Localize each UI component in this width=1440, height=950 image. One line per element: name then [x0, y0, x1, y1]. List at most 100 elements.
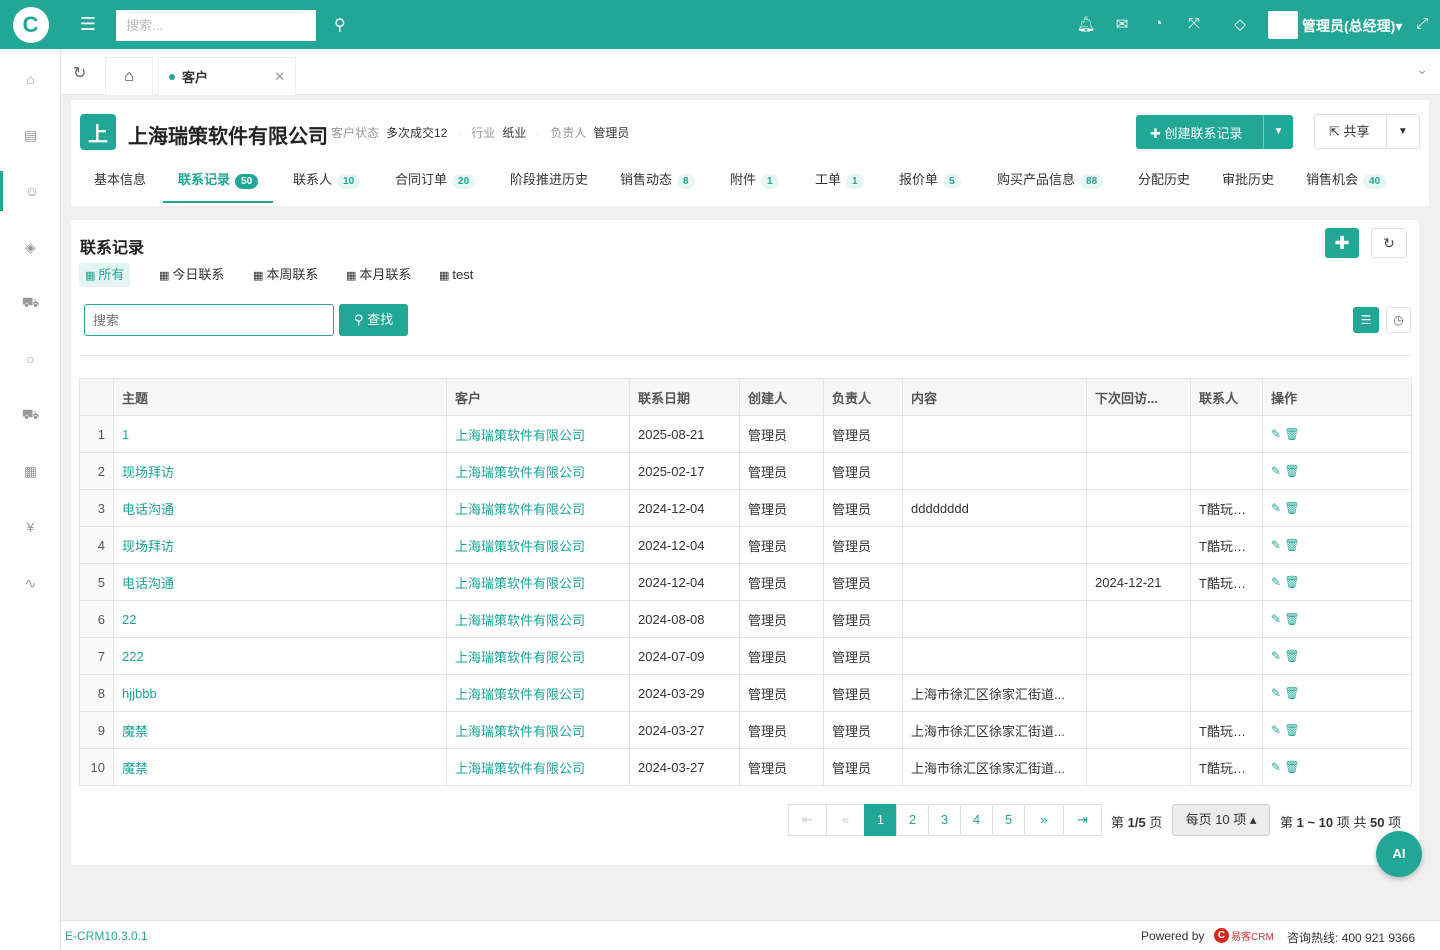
subtab-item[interactable]: 审批历史: [1222, 160, 1274, 203]
sidebar-cart2-icon[interactable]: ⛟: [0, 395, 61, 435]
edit-icon[interactable]: ✎: [1271, 723, 1284, 737]
sidebar-cart-icon[interactable]: ⛟: [0, 283, 61, 323]
add-record-button[interactable]: ✚: [1325, 228, 1359, 258]
sidebar-home-icon[interactable]: ⌂: [0, 59, 61, 99]
cell-customer[interactable]: 上海瑞策软件有限公司: [446, 674, 630, 712]
sidebar-customer-icon[interactable]: ☺: [0, 171, 61, 211]
subtab-item[interactable]: 分配历史: [1138, 160, 1190, 203]
column-header[interactable]: 下次回访...: [1086, 378, 1191, 416]
global-search-input[interactable]: [116, 10, 316, 41]
cell-subject[interactable]: 1: [113, 415, 447, 453]
cell-customer[interactable]: 上海瑞策软件有限公司: [446, 563, 630, 601]
cell-customer[interactable]: 上海瑞策软件有限公司: [446, 748, 630, 786]
refresh-icon[interactable]: ↻: [73, 63, 86, 83]
column-header[interactable]: 主题: [113, 378, 447, 416]
record-search-input[interactable]: [84, 304, 334, 336]
sidebar-layers-icon[interactable]: ◈: [0, 227, 61, 267]
edit-icon[interactable]: ✎: [1271, 427, 1284, 441]
edit-icon[interactable]: ✎: [1271, 464, 1284, 478]
delete-icon[interactable]: 🗑︎: [1284, 427, 1299, 441]
page-button[interactable]: 3: [928, 804, 961, 836]
delete-icon[interactable]: 🗑︎: [1284, 538, 1299, 552]
history-view-button[interactable]: ◷: [1386, 307, 1411, 333]
subtab-item[interactable]: 联系记录 50: [163, 160, 274, 203]
delete-icon[interactable]: 🗑︎: [1284, 723, 1299, 737]
create-dropdown-caret[interactable]: ▼: [1263, 115, 1293, 149]
cell-subject[interactable]: 魔禁: [113, 748, 447, 786]
prev-page-button[interactable]: «: [826, 804, 865, 836]
subtab-item[interactable]: 阶段推进历史: [510, 160, 588, 203]
view-filter[interactable]: ▦ test: [433, 263, 479, 287]
subtab-item[interactable]: 购买产品信息 88: [997, 160, 1104, 203]
chevron-down-icon[interactable]: ⌄: [1416, 61, 1428, 78]
sidebar-circle-icon[interactable]: ○: [0, 339, 61, 379]
sidebar-yen-icon[interactable]: ¥: [0, 507, 61, 547]
cell-subject[interactable]: 魔禁: [113, 711, 447, 749]
cell-subject[interactable]: 222: [113, 637, 447, 675]
edit-icon[interactable]: ✎: [1271, 538, 1284, 552]
user-avatar[interactable]: [1268, 11, 1298, 39]
list-view-button[interactable]: ☰: [1353, 307, 1379, 333]
search-icon[interactable]: ⚲: [334, 15, 346, 35]
subtab-item[interactable]: 工单 1: [815, 160, 864, 203]
view-filter[interactable]: ▦ 本周联系: [247, 263, 324, 287]
page-button[interactable]: 1: [864, 804, 897, 836]
page-button[interactable]: 4: [960, 804, 993, 836]
subtab-item[interactable]: 报价单 5: [899, 160, 961, 203]
menu-icon[interactable]: ☰: [78, 14, 98, 34]
close-icon[interactable]: ✕: [274, 69, 285, 85]
share-button[interactable]: ⇱ 共享 ▼: [1314, 114, 1420, 149]
view-filter[interactable]: ▦ 本月联系: [340, 263, 417, 287]
cell-customer[interactable]: 上海瑞策软件有限公司: [446, 711, 630, 749]
subtab-item[interactable]: 基本信息: [94, 160, 146, 203]
delete-icon[interactable]: 🗑︎: [1284, 575, 1299, 589]
find-button[interactable]: ⚲ 查找: [339, 304, 408, 336]
delete-icon[interactable]: 🗑︎: [1284, 612, 1299, 626]
cell-customer[interactable]: 上海瑞策软件有限公司: [446, 489, 630, 527]
cell-subject[interactable]: 电话沟通: [113, 563, 447, 601]
expand-icon[interactable]: ⤧: [1184, 15, 1204, 32]
refresh-list-button[interactable]: ↻: [1371, 228, 1407, 258]
cell-subject[interactable]: 现场拜访: [113, 452, 447, 490]
page-size-select[interactable]: 每页 10 项 ▴: [1172, 804, 1270, 836]
first-page-button[interactable]: ⇤: [788, 804, 827, 836]
bell-icon[interactable]: 🔔︎: [1076, 15, 1096, 33]
view-filter[interactable]: ▦ 今日联系: [153, 263, 230, 287]
sidebar-activity-icon[interactable]: ∿: [0, 563, 61, 603]
cell-customer[interactable]: 上海瑞策软件有限公司: [446, 637, 630, 675]
app-logo[interactable]: C: [0, 0, 61, 49]
delete-icon[interactable]: 🗑︎: [1284, 501, 1299, 515]
mail-icon[interactable]: ✉: [1112, 15, 1132, 33]
delete-icon[interactable]: 🗑︎: [1284, 464, 1299, 478]
column-header[interactable]: 创建人: [739, 378, 824, 416]
cell-customer[interactable]: 上海瑞策软件有限公司: [446, 526, 630, 564]
subtab-item[interactable]: 附件 1: [730, 160, 779, 203]
tag-icon[interactable]: ◇: [1230, 15, 1250, 33]
subtab-item[interactable]: 销售机会 40: [1306, 160, 1387, 203]
ai-assistant-button[interactable]: AI: [1376, 831, 1422, 877]
subtab-item[interactable]: 合同订单 20: [395, 160, 476, 203]
sidebar-clipboard-icon[interactable]: ▤: [0, 115, 61, 155]
view-filter[interactable]: ▦ 所有: [79, 263, 131, 287]
home-tab[interactable]: ⌂: [105, 57, 153, 95]
delete-icon[interactable]: 🗑︎: [1284, 649, 1299, 663]
edit-icon[interactable]: ✎: [1271, 612, 1284, 626]
sidebar-calendar-icon[interactable]: ▦: [0, 451, 61, 491]
dashboard-icon[interactable]: ◔: [1148, 15, 1168, 32]
delete-icon[interactable]: 🗑︎: [1284, 760, 1299, 774]
edit-icon[interactable]: ✎: [1271, 649, 1284, 663]
column-header[interactable]: 客户: [446, 378, 630, 416]
edit-icon[interactable]: ✎: [1271, 575, 1284, 589]
cell-subject[interactable]: 电话沟通: [113, 489, 447, 527]
subtab-item[interactable]: 联系人 10: [293, 160, 361, 203]
create-contact-record-button[interactable]: ✚ 创建联系记录 ▼: [1136, 115, 1293, 149]
column-header[interactable]: 联系日期: [629, 378, 740, 416]
page-button[interactable]: 5: [992, 804, 1025, 836]
edit-icon[interactable]: ✎: [1271, 760, 1284, 774]
fullscreen-icon[interactable]: ⤢: [1412, 15, 1432, 32]
column-header[interactable]: 负责人: [823, 378, 903, 416]
edit-icon[interactable]: ✎: [1271, 686, 1284, 700]
cell-customer[interactable]: 上海瑞策软件有限公司: [446, 415, 630, 453]
user-menu[interactable]: 管理员(总经理)▾: [1302, 16, 1402, 36]
last-page-button[interactable]: ⇥: [1063, 804, 1102, 836]
